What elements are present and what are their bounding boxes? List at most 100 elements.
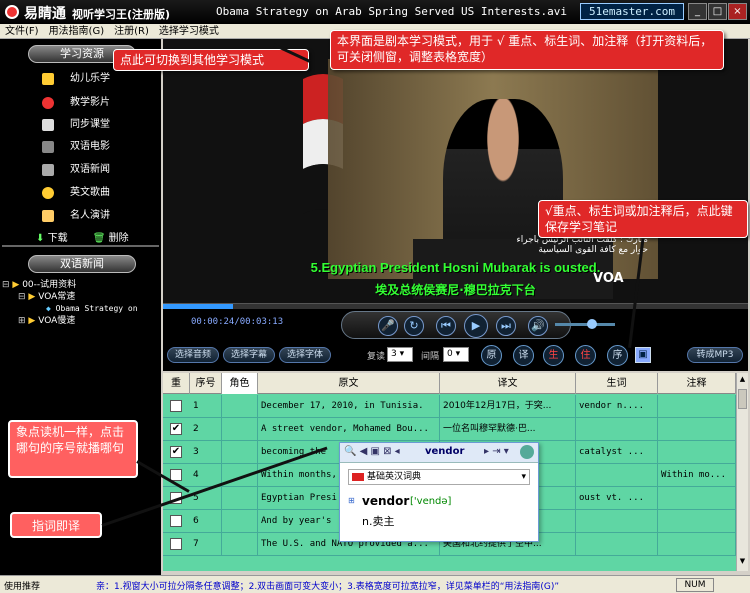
minimize-button[interactable]: _ [688,3,707,20]
volume-icon[interactable]: 🔊 [528,316,548,336]
resource-tree: ⊟ ▶ 00--试用资料 ⊟ ▶ VOA常速 ◆ Obama Strategy … [2,279,159,327]
previous-icon[interactable]: ⏮ [436,316,456,336]
maximize-button[interactable]: □ [708,3,727,20]
tree-item[interactable]: ⊟ ▶ 00--试用资料 [2,279,159,291]
sequence-button[interactable]: 序 [607,345,628,366]
table-scrollbar[interactable]: ▲ ▼ [736,373,748,571]
important-checkbox[interactable] [170,515,182,527]
speaker-icon [42,210,54,222]
close-button[interactable]: × [728,3,747,20]
important-checkbox[interactable] [170,400,182,412]
select-font-button[interactable]: 选择字体 [279,347,331,363]
cell-vocab: oust vt. ... [576,487,658,510]
col-role[interactable]: 角色 [222,373,258,394]
subtitle-english: 5.Egyptian President Hosni Mubarak is ou… [310,260,601,275]
cell-vocab [576,510,658,533]
volume-slider[interactable] [555,323,615,326]
show-translation-button[interactable]: 译 [513,345,534,366]
interval-select[interactable]: 0 ▾ [443,347,469,362]
trophy-icon [42,73,54,85]
dictionary-popup: 🔍 ◀ ▣ ⊠ ◂ vendor ▸ ⇥ ▾ 基础英汉词典 ▾ ⊞ vendor … [339,442,539,542]
popup-definition: n.卖主 [362,515,395,528]
show-original-button[interactable]: 原 [481,345,502,366]
cell-vocab: vendor n.... [576,395,658,418]
popup-phonetic: ['vendə] [410,496,452,507]
save-icon[interactable]: ▣ [635,347,651,363]
next-icon[interactable]: ⏭ [496,316,516,336]
repeat-select[interactable]: 3 ▾ [387,347,413,362]
select-audio-button[interactable]: 选择音频 [167,347,219,363]
menu-learning-mode[interactable]: 选择学习模式 [154,24,224,39]
cell-num[interactable]: 3 [190,441,222,464]
cell-note [658,441,736,464]
time-display: 00:00:24/00:03:13 [191,317,284,327]
vocab-button[interactable]: 生 [543,345,564,366]
brand-link[interactable]: 51emaster.com [580,3,684,20]
cell-num[interactable]: 1 [190,395,222,418]
music-note-icon [42,187,54,199]
tree-item[interactable]: ⊟ ▶ VOA常速 [2,291,159,303]
important-checkbox[interactable]: ✔ [170,423,182,435]
col-number[interactable]: 序号 [190,373,222,394]
menu-guide[interactable]: 用法指南(G) [44,24,110,39]
section-bilingual-news[interactable]: 双语新闻 [28,255,136,273]
expand-icon[interactable]: ⊞ [348,496,355,505]
camera-icon [42,164,54,176]
popup-toolbar: 🔍 ◀ ▣ ⊠ ◂ vendor ▸ ⇥ ▾ [340,443,538,463]
col-vocab[interactable]: 生词 [576,373,658,394]
callout-click-read: 象点读机一样，点击哪句的序号就播哪句 [8,420,138,478]
cell-vocab [576,533,658,556]
status-numlock: NUM [676,578,714,592]
convert-mp3-button[interactable]: 转成MP3 [687,347,743,363]
delete-button[interactable]: 删除 [109,233,129,244]
popup-search-input[interactable]: vendor [425,446,485,460]
microphone-icon[interactable]: 🎤 [378,316,398,336]
sidebar-divider[interactable] [2,245,159,247]
cell-num[interactable]: 2 [190,418,222,441]
play-icon[interactable]: ▶ [464,314,488,338]
playback-controls: 00:00:24/00:03:13 🎤 ↻ ⏮ ▶ ⏭ 🔊 [163,309,748,341]
interval-label: 间隔 [421,352,440,362]
menu-register[interactable]: 注册(R) [109,24,154,39]
cell-role [222,510,258,533]
film-icon [42,141,54,153]
col-translation[interactable]: 译文 [440,373,576,394]
video-player[interactable]: مبارك : كلفت النائب الرئيس باجراء حوار م… [163,39,748,303]
cell-vocab: catalyst ... [576,441,658,464]
note-button[interactable]: 住 [575,345,596,366]
table-row[interactable]: ✔ 2 A street vendor, Mohamed Bou... 一位名叫穆罕默… [163,418,736,441]
book-icon [42,119,54,131]
col-important[interactable]: 重 [163,373,190,394]
table-row[interactable]: 1 December 17, 2010, in Tunisia. 2010年12月1… [163,395,736,418]
important-checkbox[interactable] [170,538,182,550]
repeat-icon[interactable]: ↻ [404,316,424,336]
cell-note [658,395,736,418]
tree-item[interactable]: ◆ Obama Strategy on [2,303,159,315]
select-subtitle-button[interactable]: 选择字幕 [223,347,275,363]
cell-num[interactable]: 7 [190,533,222,556]
cell-trans: 一位名叫穆罕默德·巴... [440,418,576,441]
important-checkbox[interactable]: ✔ [170,446,182,458]
dictionary-select[interactable]: 基础英汉词典 ▾ [348,469,530,485]
dict-nav-icons[interactable]: ▸ ⇥ ▾ [484,446,509,457]
window-title: Obama Strategy on Arab Spring Served US … [216,5,567,18]
flag-icon [352,473,364,481]
cell-role [222,441,258,464]
globe-icon[interactable] [520,445,534,459]
cell-num[interactable]: 6 [190,510,222,533]
control-pill: 🎤 ↻ ⏮ ▶ ⏭ 🔊 [341,311,571,339]
menu-file[interactable]: 文件(F) [0,24,44,39]
cell-note [658,533,736,556]
table-header: 重 序号 角色 原文 译文 生词 注释 [163,373,736,394]
cell-role [222,395,258,418]
tree-item[interactable]: ⊞ ▶ VOA慢速 [2,315,159,327]
col-original[interactable]: 原文 [258,373,440,394]
volume-knob[interactable] [587,319,597,329]
cell-trans: 2010年12月17日，于突... [440,395,576,418]
callout-mode-info: 本界面是剧本学习模式，用于 √ 重点、标生词、加注释（打开资料后，可关闭侧窗，调… [330,30,724,70]
status-bar: 使用推荐 亲：1.视窗大小可拉分隔条任意调整；2.双击画面可变大变小；3.表格宽… [0,575,750,593]
dict-toolbar-icons[interactable]: 🔍 ◀ ▣ ⊠ ◂ [344,446,400,457]
download-button[interactable]: 下载 [48,233,68,244]
app-name: 易睛通 [24,6,66,22]
col-notes[interactable]: 注释 [658,373,736,394]
